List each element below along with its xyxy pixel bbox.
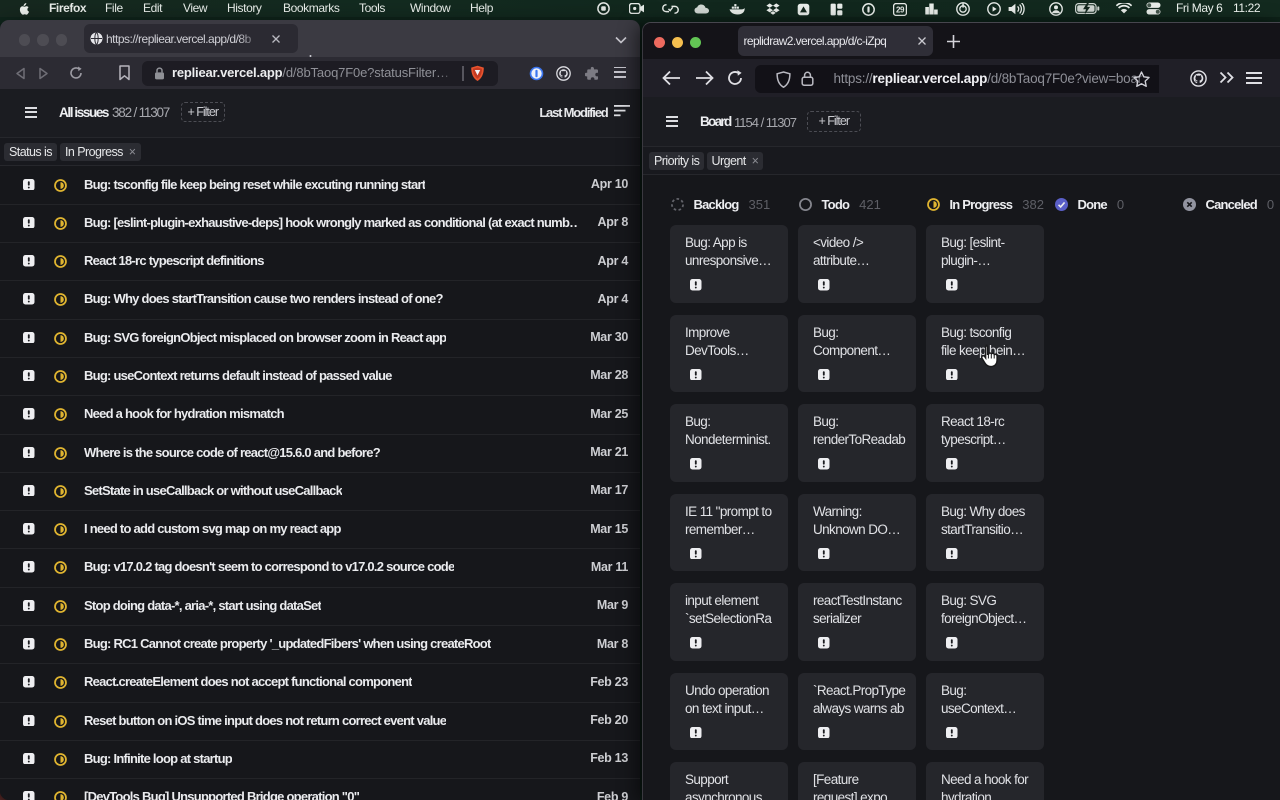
svg-text:29: 29: [896, 5, 905, 14]
